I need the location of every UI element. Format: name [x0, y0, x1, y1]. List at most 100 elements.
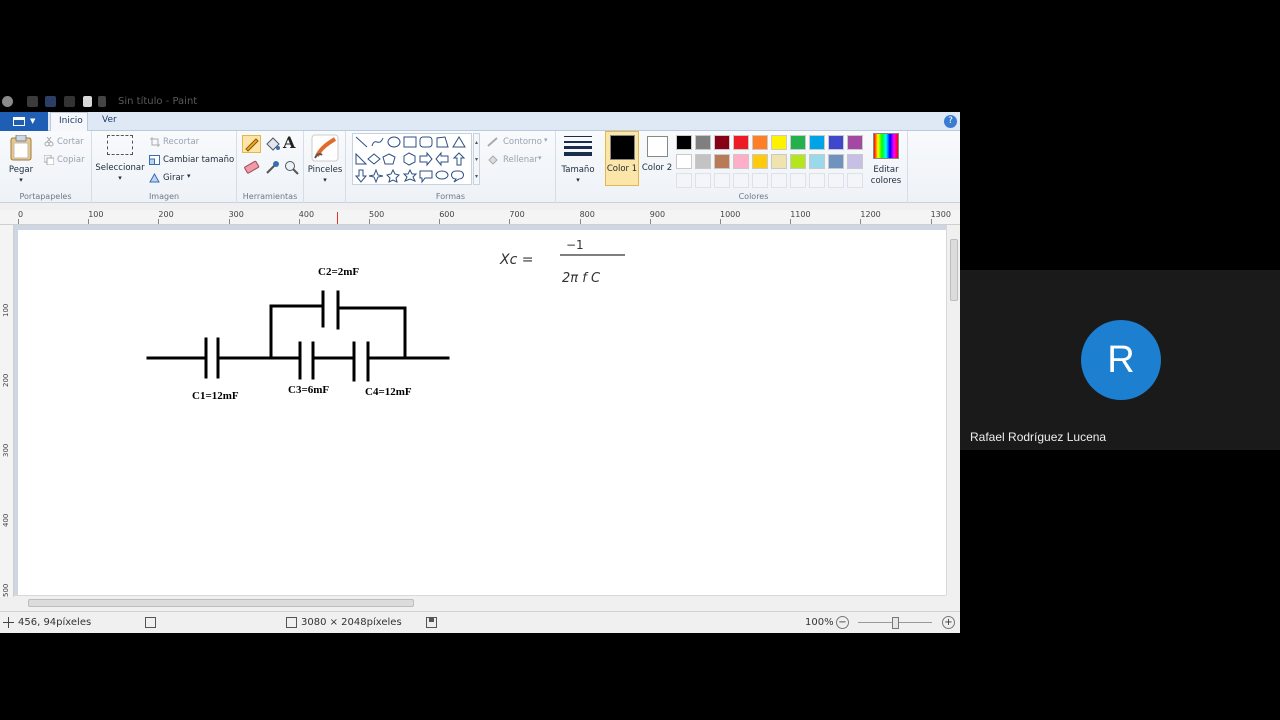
palette-color-swatch[interactable] [828, 135, 844, 150]
magnifier-icon[interactable] [283, 159, 300, 175]
horizontal-scrollbar[interactable] [14, 595, 946, 609]
zoom-out-button[interactable]: − [836, 616, 849, 629]
horizontal-scroll-thumb[interactable] [28, 599, 414, 607]
palette-color-swatch[interactable] [676, 154, 692, 169]
palette-color-swatch[interactable] [809, 135, 825, 150]
palette-color-swatch[interactable] [714, 154, 730, 169]
paste-button[interactable]: Pegar ▾ [4, 133, 38, 184]
fill-bucket-icon[interactable] [264, 136, 281, 152]
zoom-in-button[interactable]: + [942, 616, 955, 629]
undo-icon[interactable] [45, 96, 56, 107]
palette-empty-swatch[interactable] [809, 173, 825, 188]
zoom-slider-thumb[interactable] [892, 617, 899, 629]
palette-color-swatch[interactable] [847, 154, 863, 169]
ruler-tick-label: 400 [2, 513, 10, 527]
palette-color-swatch[interactable] [771, 154, 787, 169]
crop-button[interactable]: Recortar [163, 137, 199, 147]
palette-color-swatch[interactable] [847, 135, 863, 150]
help-icon[interactable]: ? [944, 115, 957, 128]
tab-inicio[interactable]: Inicio [50, 112, 88, 131]
palette-empty-swatch[interactable] [733, 173, 749, 188]
brushes-button[interactable]: Pinceles ▾ [306, 133, 344, 185]
palette-color-swatch[interactable] [790, 135, 806, 150]
resize-button[interactable]: Cambiar tamaño [163, 155, 234, 165]
palette-color-swatch[interactable] [695, 154, 711, 169]
ruler-tick [509, 219, 511, 224]
palette-color-swatch[interactable] [733, 135, 749, 150]
window-title: Sin título - Paint [118, 96, 198, 107]
group-size: Tamaño ▾ [556, 131, 600, 203]
group-tools: A Herramientas [237, 131, 304, 203]
text-tool-icon[interactable]: A [283, 133, 295, 152]
drawing-canvas[interactable]: C1=12mF C2=2mF C3=6mF C4=12mF Xc = −1 2π… [18, 230, 946, 595]
size-button[interactable]: Tamaño ▾ [558, 133, 598, 185]
c3-label: C3=6mF [288, 384, 329, 396]
palette-color-swatch[interactable] [676, 135, 692, 150]
palette-empty-swatch[interactable] [676, 173, 692, 188]
palette-color-swatch[interactable] [809, 154, 825, 169]
color1-swatch [610, 135, 635, 160]
palette-empty-swatch[interactable] [771, 173, 787, 188]
save-icon[interactable] [27, 96, 38, 107]
vertical-scrollbar[interactable] [946, 225, 960, 595]
palette-empty-swatch[interactable] [828, 173, 844, 188]
fill-button[interactable]: Rellenar [503, 155, 538, 165]
palette-color-swatch[interactable] [752, 154, 768, 169]
palette-empty-swatch[interactable] [847, 173, 863, 188]
canvas-area: C1=12mF C2=2mF C3=6mF C4=12mF Xc = −1 2π… [14, 225, 946, 595]
new-file-icon[interactable] [83, 96, 92, 107]
group-image: Seleccionar ▾ Recortar Cambiar tamaño Gi… [92, 131, 237, 203]
copy-button[interactable]: Copiar [57, 155, 85, 165]
chevron-down-icon: ▾ [576, 176, 580, 184]
clipboard-icon [10, 135, 32, 161]
image-group-label: Imagen [148, 192, 180, 201]
brush-icon [311, 134, 339, 162]
palette-empty-swatch[interactable] [752, 173, 768, 188]
file-menu-button[interactable]: ▼ [0, 112, 48, 131]
tab-ver[interactable]: Ver [94, 112, 125, 131]
outline-button[interactable]: Contorno [503, 137, 542, 147]
palette-color-swatch[interactable] [771, 135, 787, 150]
color-picker-icon[interactable] [264, 159, 281, 175]
palette-color-swatch[interactable] [733, 154, 749, 169]
vertical-scroll-thumb[interactable] [950, 239, 958, 301]
palette-empty-swatch[interactable] [790, 173, 806, 188]
chevron-down-icon: ▼ [30, 117, 36, 125]
participant-name: Rafael Rodríguez Lucena [970, 430, 1107, 444]
edit-colors-button[interactable]: Editar colores [867, 133, 907, 186]
cut-button[interactable]: Cortar [57, 137, 84, 147]
pencil-tool[interactable] [242, 135, 261, 153]
palette-empty-swatch[interactable] [714, 173, 730, 188]
resize-icon [149, 155, 160, 165]
redo-icon[interactable] [64, 96, 75, 107]
group-brushes: Pinceles ▾ [304, 131, 346, 203]
palette-color-swatch[interactable] [752, 135, 768, 150]
palette-empty-swatch[interactable] [695, 173, 711, 188]
shapes-icons [354, 136, 466, 184]
ruler-tick-label: 900 [649, 210, 666, 219]
color2-button[interactable]: Color 2 [641, 131, 673, 186]
palette-color-swatch[interactable] [695, 135, 711, 150]
chevron-down-icon: ▾ [323, 176, 327, 184]
shape-gallery[interactable] [352, 133, 472, 185]
ruler-tick-label: 500 [369, 210, 385, 219]
shapes-scroll[interactable]: ▴ ▾ ▾ [473, 133, 480, 185]
color1-button[interactable]: Color 1 [605, 131, 639, 186]
customize-toolbar-icon[interactable] [98, 96, 106, 107]
rotate-button[interactable]: Girar [163, 173, 184, 183]
formula-numerator: −1 [566, 238, 584, 252]
rotate-icon [149, 173, 160, 183]
ruler-tick [298, 219, 300, 224]
paint-app-icon[interactable] [2, 96, 13, 107]
chevron-down-icon: ▾ [118, 174, 122, 182]
palette-color-swatch[interactable] [828, 154, 844, 169]
ruler-tick-label: 200 [158, 210, 174, 219]
cursor-position: 456, 94píxeles [18, 617, 92, 628]
palette-color-swatch[interactable] [714, 135, 730, 150]
eraser-icon[interactable] [243, 159, 260, 175]
color1-label: Color 1 [606, 164, 638, 174]
select-button[interactable]: Seleccionar ▾ [95, 133, 145, 185]
palette-color-swatch[interactable] [790, 154, 806, 169]
c2-label: C2=2mF [318, 266, 359, 278]
chevron-down-icon: ▾ [187, 172, 191, 180]
